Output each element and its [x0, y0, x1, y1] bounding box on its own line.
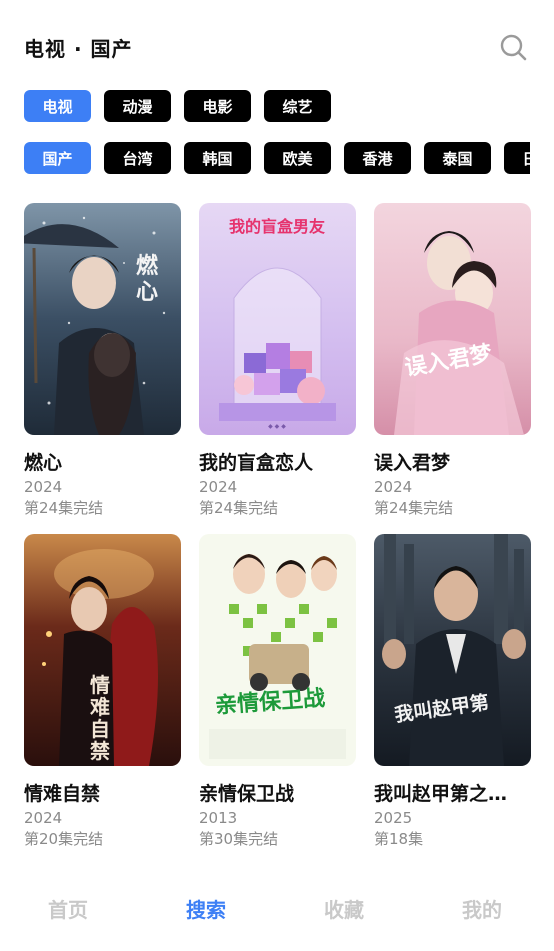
show-card[interactable]: 亲情保卫战 亲情保卫战 2013 第30集完结	[199, 534, 356, 848]
region-chip-western[interactable]: 欧美	[264, 142, 331, 174]
show-poster: 亲情保卫战	[199, 534, 356, 766]
show-year: 2024	[199, 478, 238, 496]
show-status: 第20集完结	[24, 830, 104, 848]
poster-title-text: 燃心	[136, 253, 159, 305]
category-chip-movie[interactable]: 电影	[184, 90, 251, 122]
region-chip-hongkong[interactable]: 香港	[344, 142, 411, 174]
region-filter[interactable]: 国产 台湾 韩国 欧美 香港 泰国 日本	[24, 142, 530, 174]
show-title: 误入君梦	[374, 452, 451, 474]
search-icon[interactable]	[499, 33, 527, 61]
tab-favorites[interactable]: 收藏	[324, 894, 364, 923]
header: 电视 · 国产	[0, 0, 554, 90]
region-chip-mainland[interactable]: 国产	[24, 142, 91, 174]
show-year: 2024	[24, 809, 63, 827]
show-status: 第30集完结	[199, 830, 279, 848]
category-chip-variety[interactable]: 综艺	[264, 90, 331, 122]
show-poster: 燃心	[24, 203, 181, 435]
poster-title-text: 我的盲盒男友	[229, 217, 326, 236]
show-year: 2013	[199, 809, 238, 827]
region-chip-thailand[interactable]: 泰国	[424, 142, 491, 174]
show-year: 2024	[24, 478, 63, 496]
show-poster: ◆ ◆ ◆ 我的盲盒男友	[199, 203, 356, 435]
show-card[interactable]: 燃心 燃心 2024 第24集完结	[24, 203, 181, 517]
region-chip-korea[interactable]: 韩国	[184, 142, 251, 174]
show-status: 第24集完结	[24, 499, 104, 517]
show-year: 2025	[374, 809, 413, 827]
show-status: 第24集完结	[199, 499, 279, 517]
bottom-tab-bar: 首页 搜索 收藏 我的	[0, 880, 554, 935]
poster-title-text: 情难自禁	[90, 673, 110, 763]
region-chip-taiwan[interactable]: 台湾	[104, 142, 171, 174]
show-poster: 我叫赵甲第	[374, 534, 531, 766]
region-chip-japan[interactable]: 日本	[504, 142, 530, 174]
show-title: 燃心	[24, 452, 63, 474]
show-card[interactable]: ◆ ◆ ◆ 我的盲盒男友 我的盲盒恋人 2024 第24集完结	[199, 203, 356, 517]
show-title: 亲情保卫战	[199, 783, 295, 805]
show-poster: 误入君梦	[374, 203, 531, 435]
show-card[interactable]: 我叫赵甲第 我叫赵甲第之… 2025 第18集	[374, 534, 531, 848]
category-filter: 电视 动漫 电影 综艺	[24, 90, 331, 122]
show-status: 第24集完结	[374, 499, 454, 517]
show-status: 第18集	[374, 830, 424, 848]
tab-search[interactable]: 搜索	[186, 894, 226, 923]
show-title: 我的盲盒恋人	[199, 452, 314, 474]
tab-home[interactable]: 首页	[48, 894, 88, 923]
category-chip-tv[interactable]: 电视	[24, 90, 91, 122]
page-title: 电视 · 国产	[24, 37, 133, 61]
show-title: 情难自禁	[24, 783, 101, 805]
show-year: 2024	[374, 478, 413, 496]
svg-text:◆ ◆ ◆: ◆ ◆ ◆	[268, 423, 286, 430]
tab-profile[interactable]: 我的	[462, 894, 502, 923]
category-chip-anime[interactable]: 动漫	[104, 90, 171, 122]
show-title: 我叫赵甲第之…	[374, 783, 508, 805]
show-poster: 情难自禁	[24, 534, 181, 766]
show-card[interactable]: 情难自禁 情难自禁 2024 第20集完结	[24, 534, 181, 848]
show-card[interactable]: 误入君梦 误入君梦 2024 第24集完结	[374, 203, 531, 517]
